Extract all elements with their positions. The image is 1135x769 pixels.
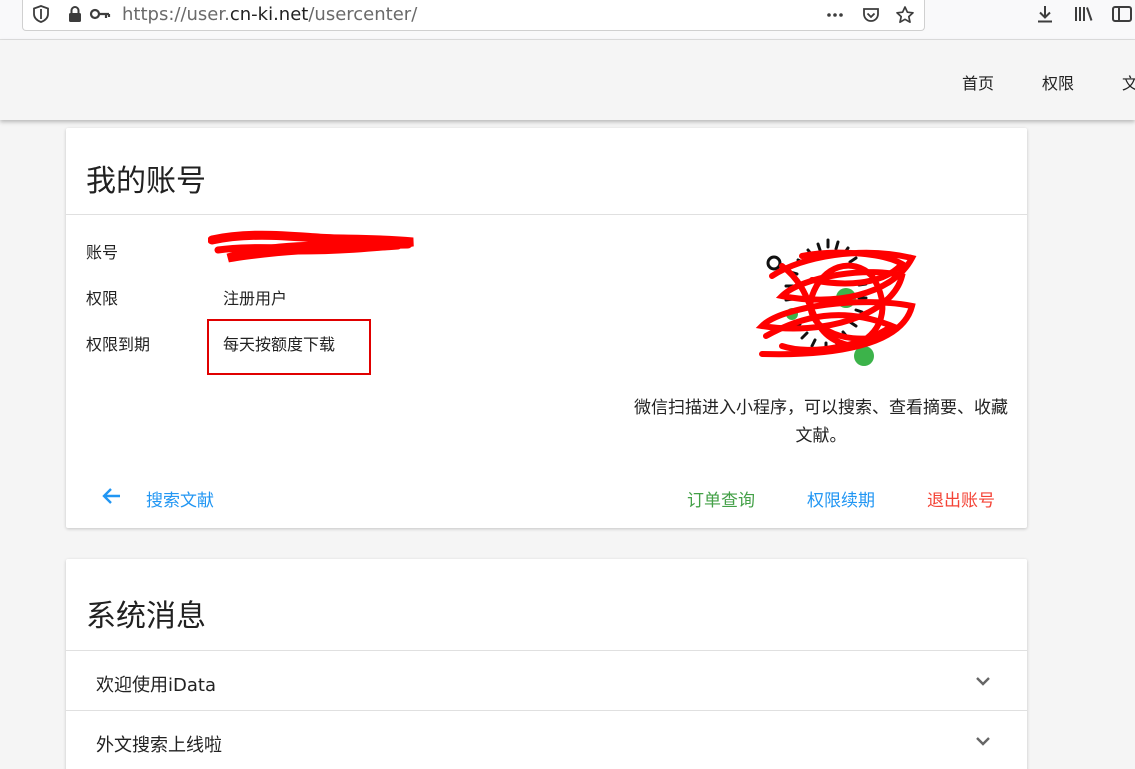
- library-icon[interactable]: [1072, 4, 1096, 28]
- divider: [66, 214, 1027, 215]
- url-bar[interactable]: https://user.cn-ki.net/usercenter/: [22, 0, 925, 31]
- message-title: 欢迎使用iData: [96, 675, 216, 696]
- key-icon[interactable]: [89, 5, 111, 25]
- account-card: 我的账号 账号 权限 注册用户 权限到期 每天按额度下载 微信扫描进入小程序，可…: [66, 128, 1027, 528]
- url-text[interactable]: https://user.cn-ki.net/usercenter/: [122, 4, 417, 25]
- back-arrow-icon[interactable]: [100, 484, 124, 508]
- app-header: 首页 权限 文: [0, 40, 1135, 120]
- account-label: 账号: [86, 243, 119, 262]
- renew-permission-button[interactable]: 权限续期: [807, 486, 875, 511]
- browser-toolbar: https://user.cn-ki.net/usercenter/: [0, 0, 1135, 40]
- permission-value: 注册用户: [223, 289, 288, 308]
- expiry-label: 权限到期: [86, 335, 151, 354]
- account-title: 我的账号: [86, 164, 206, 199]
- download-icon[interactable]: [1033, 4, 1057, 28]
- qr-code-image: [755, 238, 917, 366]
- redaction-scribble: [208, 230, 414, 263]
- lock-icon[interactable]: [65, 5, 85, 25]
- nav-permissions[interactable]: 权限: [1042, 70, 1074, 94]
- chevron-down-icon[interactable]: [971, 729, 995, 753]
- permission-label: 权限: [86, 289, 119, 308]
- message-item[interactable]: 外文搜索上线啦: [66, 710, 1027, 769]
- message-title: 外文搜索上线啦: [96, 735, 222, 756]
- qr-caption: 微信扫描进入小程序，可以搜索、查看摘要、收藏文献。: [634, 398, 1008, 446]
- nav-docs[interactable]: 文: [1122, 70, 1135, 94]
- logout-button[interactable]: 退出账号: [927, 486, 995, 511]
- messages-card: 系统消息 欢迎使用iData 外文搜索上线啦: [66, 559, 1027, 769]
- message-item[interactable]: 欢迎使用iData: [66, 650, 1027, 710]
- messages-title: 系统消息: [86, 599, 206, 634]
- order-query-button[interactable]: 订单查询: [687, 486, 755, 511]
- pocket-icon[interactable]: [861, 5, 881, 25]
- chevron-down-icon[interactable]: [971, 669, 995, 693]
- shield-icon[interactable]: [31, 5, 51, 25]
- nav-home[interactable]: 首页: [962, 70, 994, 94]
- bookmark-star-icon[interactable]: [895, 5, 915, 25]
- highlight-annotation-box: [207, 319, 371, 375]
- more-options-icon[interactable]: [825, 5, 845, 25]
- sidebar-icon[interactable]: [1110, 4, 1134, 28]
- search-literature-button[interactable]: 搜索文献: [146, 486, 214, 511]
